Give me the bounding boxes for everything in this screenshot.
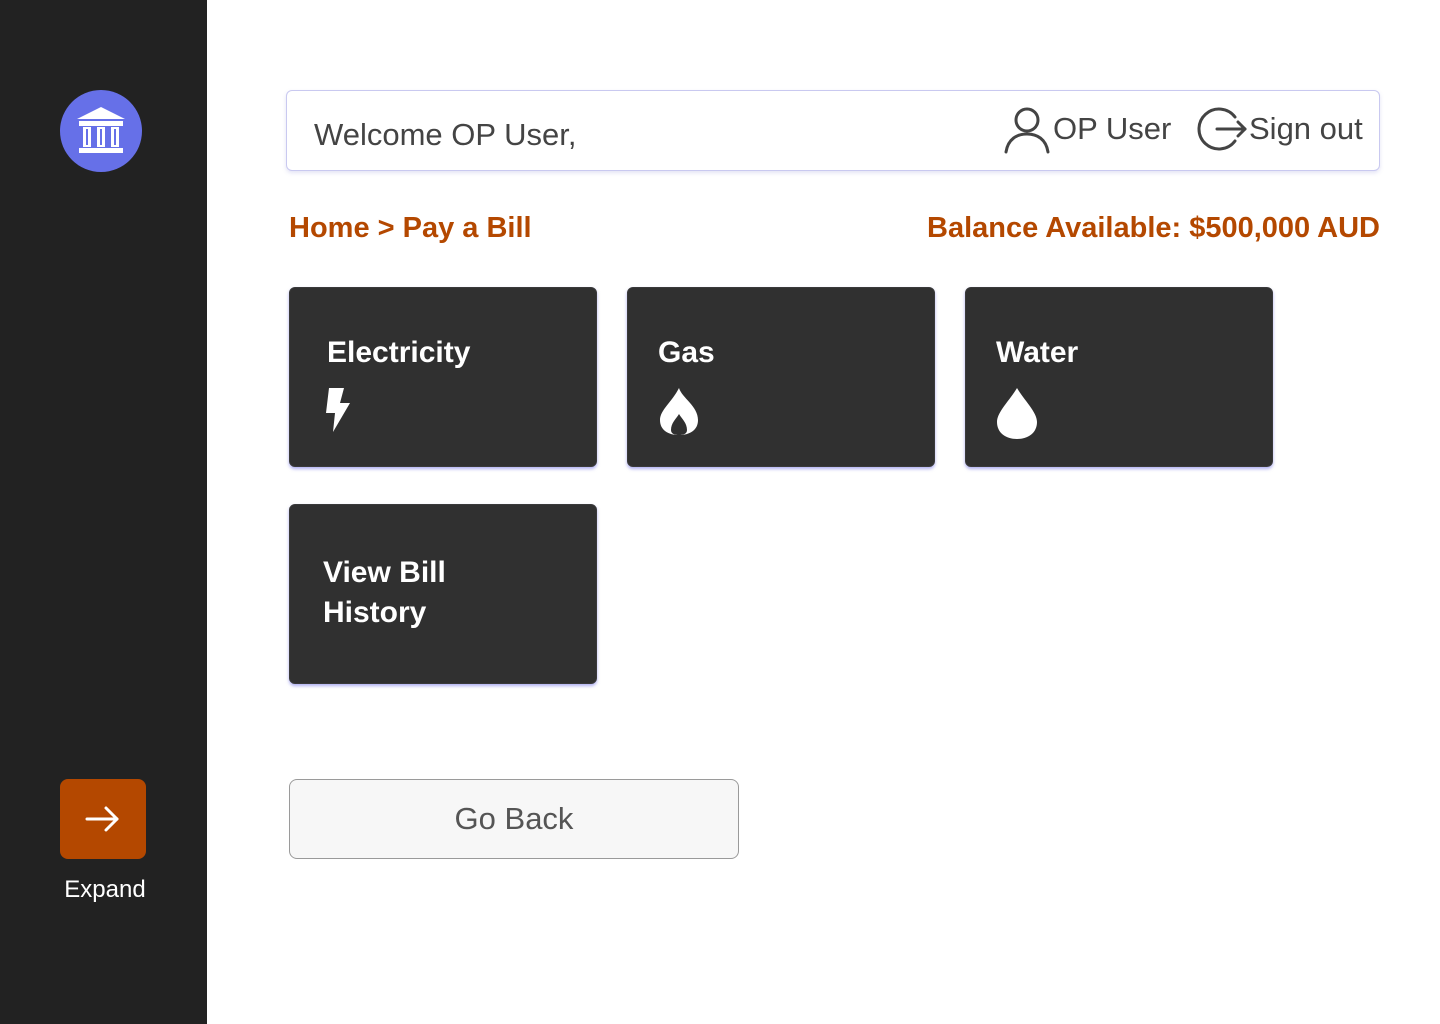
gas-card[interactable]: Gas <box>627 287 935 467</box>
user-profile-link[interactable]: OP User <box>1001 103 1171 155</box>
welcome-text: Welcome OP User, <box>314 117 577 152</box>
sign-out-button[interactable]: Sign out <box>1197 103 1363 155</box>
expand-button[interactable] <box>60 779 146 859</box>
water-drop-icon <box>996 386 1038 445</box>
breadcrumb-separator: > <box>377 212 395 244</box>
sign-out-label: Sign out <box>1249 111 1363 146</box>
flame-icon <box>658 386 700 441</box>
breadcrumb-current: Pay a Bill <box>402 212 532 244</box>
go-back-button[interactable]: Go Back <box>289 779 739 859</box>
water-card-title: Water <box>996 336 1079 369</box>
bank-logo <box>60 90 142 172</box>
gas-card-title: Gas <box>658 336 715 369</box>
electricity-card[interactable]: Electricity <box>289 287 597 467</box>
breadcrumb-home-link[interactable]: Home <box>289 212 370 244</box>
balance-available: Balance Available: $500,000 AUD <box>927 212 1380 244</box>
view-bill-history-title: View Bill History <box>323 556 446 629</box>
expand-label: Expand <box>64 876 146 903</box>
view-bill-history-card[interactable]: View Bill History <box>289 504 597 684</box>
lightning-icon <box>320 386 354 439</box>
welcome-bar: Welcome OP User, OP User Sign out <box>286 90 1380 171</box>
user-icon <box>1004 107 1050 154</box>
user-label: OP User <box>1053 111 1172 146</box>
sidebar: Expand <box>0 0 207 1024</box>
arrow-right-icon <box>85 806 119 832</box>
sign-out-icon <box>1197 107 1247 151</box>
electricity-card-title: Electricity <box>327 336 471 369</box>
breadcrumb: Home > Pay a Bill <box>289 212 532 245</box>
bank-icon <box>77 107 125 153</box>
water-card[interactable]: Water <box>965 287 1273 467</box>
